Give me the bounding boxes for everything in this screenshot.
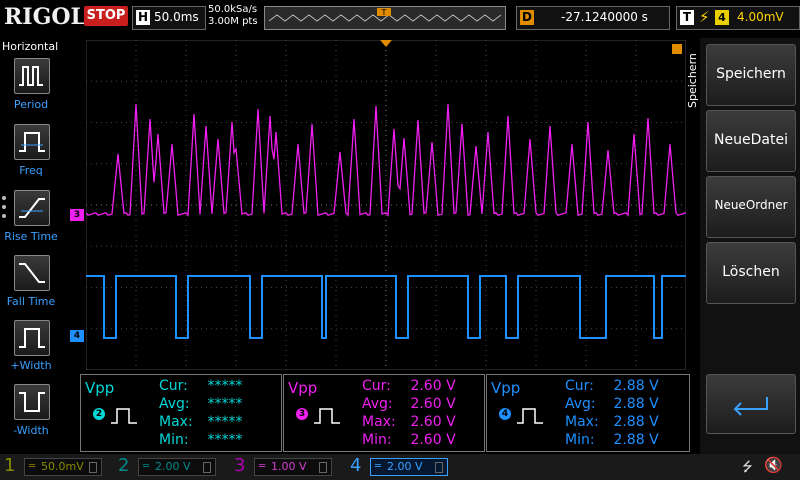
measure-title: Vpp	[288, 379, 318, 397]
trigger-position-marker	[380, 40, 392, 47]
rise-time-button[interactable]	[14, 190, 50, 226]
pulse-icon	[314, 408, 340, 424]
positive-width-icon	[19, 328, 45, 348]
freq-button[interactable]	[14, 124, 50, 160]
channel-badge: 2	[93, 408, 105, 420]
horizontal-label: H	[136, 10, 150, 25]
trigger-label: T	[680, 10, 694, 25]
right-menu-title: Speichern	[686, 53, 699, 108]
freq-label: Freq	[19, 164, 43, 177]
trigger-level: 4.00mV	[737, 10, 784, 24]
channel-number: 1	[4, 455, 16, 476]
positive-width-label: +Width	[10, 359, 52, 372]
measure-cur: 2.88 V	[613, 378, 659, 394]
waveform-display[interactable]	[86, 40, 686, 370]
measure-cur: *****	[207, 378, 243, 394]
coupling-icon: ═	[259, 461, 266, 472]
coupling-icon: ═	[29, 461, 36, 472]
coupling-icon: ═	[375, 461, 382, 472]
channel-4-offset-marker[interactable]: 4	[70, 330, 84, 342]
freq-icon	[19, 132, 45, 152]
negative-width-label: -Width	[13, 424, 49, 437]
measure-min: 2.88 V	[613, 432, 659, 448]
measure-avg: *****	[207, 396, 243, 412]
measure-min: 2.60 V	[410, 432, 456, 448]
delay-label: D	[520, 10, 534, 25]
channel-badge: 3	[296, 408, 308, 420]
measure-max: *****	[207, 414, 243, 430]
measure-avg: 2.88 V	[613, 396, 659, 412]
speaker-muted-icon[interactable]: 🔇	[764, 456, 783, 474]
menu-page-dots	[2, 196, 8, 226]
fall-time-icon	[19, 263, 45, 283]
trigger-box[interactable]: T ⚡ 4 4.00mV	[676, 6, 800, 30]
measurement-panel-ch2[interactable]: Vpp 2 Cur: ***** Avg: ***** Max: ***** M…	[80, 374, 282, 452]
memory-depth: 3.00M pts	[208, 16, 258, 27]
measure-max: 2.88 V	[613, 414, 659, 430]
channel-number: 2	[118, 455, 130, 476]
rise-time-label: Rise Time	[4, 230, 58, 243]
channel-scale: 2.00 V	[155, 460, 191, 473]
measurement-panel-ch3[interactable]: Vpp 3 Cur: 2.60 V Avg: 2.60 V Max: 2.60 …	[283, 374, 485, 452]
measure-title: Vpp	[85, 379, 115, 397]
rise-time-icon	[19, 198, 45, 218]
negative-width-button[interactable]	[14, 384, 50, 420]
pulse-icon	[111, 408, 137, 424]
channel-scale: 50.0mV	[41, 460, 84, 473]
channel-badge: 4	[499, 408, 511, 420]
negative-width-icon	[19, 392, 45, 412]
measure-min: *****	[207, 432, 243, 448]
acquisition-info: 50.0kSa/s 3.00M pts	[208, 4, 258, 28]
channel-3-offset-marker[interactable]: 3	[70, 209, 84, 221]
coupling-icon: ═	[143, 461, 150, 472]
period-label: Period	[13, 98, 49, 111]
trigger-level-marker[interactable]	[672, 44, 682, 54]
brand-logo: RIGOL	[4, 4, 86, 30]
run-stop-status[interactable]: STOP	[84, 6, 128, 26]
memory-overview-icon: T	[268, 8, 502, 22]
horizontal-timebase[interactable]: H 50.0ms	[132, 6, 206, 30]
bandwidth-limit-icon	[319, 462, 327, 473]
measure-avg: 2.60 V	[410, 396, 456, 412]
positive-width-button[interactable]	[14, 320, 50, 356]
channel-scale: 2.00 V	[387, 460, 423, 473]
fall-time-button[interactable]	[14, 255, 50, 291]
neue-datei-button[interactable]: NeueDatei	[706, 110, 796, 172]
timebase-value: 50.0ms	[154, 10, 199, 24]
bandwidth-limit-icon	[89, 462, 97, 473]
period-button[interactable]	[14, 58, 50, 94]
bandwidth-limit-icon	[435, 462, 443, 473]
sample-rate: 50.0kSa/s	[208, 4, 258, 15]
speichern-button[interactable]: Speichern	[706, 44, 796, 106]
period-icon	[19, 66, 43, 86]
fall-time-label: Fall Time	[6, 295, 56, 308]
memory-waveform-overview[interactable]: T	[264, 6, 506, 30]
svg-text:T: T	[381, 8, 387, 17]
measure-max: 2.60 V	[410, 414, 456, 430]
measure-title: Vpp	[491, 379, 521, 397]
channel-scale: 1.00 V	[271, 460, 307, 473]
neue-ordner-button[interactable]: NeueOrdner	[706, 176, 796, 238]
channel-number: 4	[350, 455, 362, 476]
left-menu-title: Horizontal	[2, 40, 59, 53]
channel-4-status[interactable]: 4 ═ 2.00 V	[350, 455, 460, 478]
delay-box[interactable]: D -27.1240000 s	[516, 6, 670, 30]
measure-cur: 2.60 V	[410, 378, 456, 394]
return-arrow-icon	[733, 397, 768, 416]
bandwidth-limit-icon	[203, 462, 211, 473]
back-button[interactable]	[706, 374, 796, 434]
pulse-icon	[517, 408, 543, 424]
loeschen-button[interactable]: Löschen	[706, 242, 796, 304]
delay-value: -27.1240000 s	[561, 10, 648, 24]
usb-icon: ⭍	[742, 460, 753, 475]
trigger-edge-icon: ⚡	[699, 8, 710, 26]
channel-number: 3	[234, 455, 246, 476]
trigger-source: 4	[715, 10, 729, 25]
measurement-panel-ch4[interactable]: Vpp 4 Cur: 2.88 V Avg: 2.88 V Max: 2.88 …	[486, 374, 690, 452]
